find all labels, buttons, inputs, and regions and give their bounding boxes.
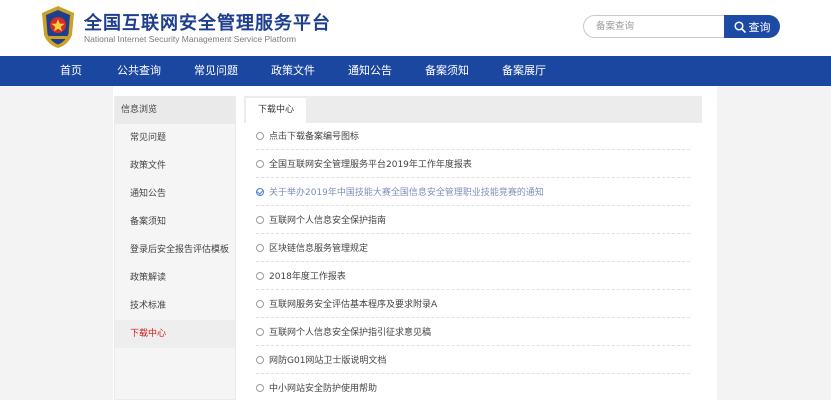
radio-icon xyxy=(256,271,264,280)
police-emblem-logo[interactable] xyxy=(38,5,78,49)
sidebar-item-policy-interpretation[interactable]: 政策解读 xyxy=(115,264,235,292)
document-title: 全国互联网安全管理服务平台2019年工作年度报表 xyxy=(269,160,472,170)
nav-item-public-query[interactable]: 公共查询 xyxy=(117,56,161,86)
search-button-label: 查询 xyxy=(748,20,771,34)
document-title: 区块链信息服务管理规定 xyxy=(269,244,369,254)
document-item[interactable]: 互联网个人信息安全保护指引征求意见稿 xyxy=(256,318,690,346)
document-title: 点击下载备案编号图标 xyxy=(269,132,360,142)
nav-item-faq[interactable]: 常见问题 xyxy=(194,56,238,86)
sidebar: 信息浏览 常见问题 政策文件 通知公告 备案须知 登录后安全报告评估模板 政策解… xyxy=(114,96,236,400)
radio-icon xyxy=(256,243,264,252)
document-item[interactable]: 点击下载备案编号图标 xyxy=(256,122,690,150)
sidebar-heading: 信息浏览 xyxy=(115,97,235,124)
document-item[interactable]: 2018年度工作报表 xyxy=(256,262,690,290)
search-input[interactable] xyxy=(583,15,725,38)
document-title: 互联网个人信息安全保护指引征求意见稿 xyxy=(269,328,432,338)
radio-icon xyxy=(256,215,264,224)
document-item[interactable]: 互联网个人信息安全保护指南 xyxy=(256,206,690,234)
main-nav: 首页 公共查询 常见问题 政策文件 通知公告 备案须知 备案展厅 xyxy=(0,56,831,86)
site-header: 全国互联网安全管理服务平台 National Internet Security… xyxy=(0,0,831,56)
sidebar-item-filing-guide[interactable]: 备案须知 xyxy=(115,208,235,236)
nav-item-home[interactable]: 首页 xyxy=(60,56,82,86)
radio-icon xyxy=(256,159,264,168)
site-subtitle: National Internet Security Management Se… xyxy=(84,34,297,44)
document-title: 中小网站安全防护使用帮助 xyxy=(269,384,378,394)
sidebar-item-faq[interactable]: 常见问题 xyxy=(115,124,235,152)
panel-tab-bar: 下载中心 xyxy=(244,96,702,123)
tab-download-center[interactable]: 下载中心 xyxy=(246,98,306,123)
document-title: 网防G01网站卫士版说明文档 xyxy=(269,356,387,366)
document-title: 2018年度工作报表 xyxy=(269,272,346,282)
site-title: 全国互联网安全管理服务平台 xyxy=(84,13,331,34)
document-item[interactable]: 全国互联网安全管理服务平台2019年工作年度报表 xyxy=(256,150,690,178)
document-title: 关于举办2019年中国技能大赛全国信息安全管理职业技能竞赛的通知 xyxy=(269,188,544,198)
document-item[interactable]: 互联网服务安全评估基本程序及要求附录A xyxy=(256,290,690,318)
sidebar-item-report-template[interactable]: 登录后安全报告评估模板 xyxy=(115,236,235,264)
download-panel: 下载中心 点击下载备案编号图标 全国互联网安全管理服务平台2019年工作年度报表… xyxy=(244,96,702,400)
radio-icon xyxy=(256,355,264,364)
radio-icon xyxy=(256,131,264,140)
search-button[interactable]: 查询 xyxy=(724,15,780,38)
sidebar-item-notices[interactable]: 通知公告 xyxy=(115,180,235,208)
checked-radio-icon xyxy=(256,187,264,196)
document-title: 互联网服务安全评估基本程序及要求附录A xyxy=(269,300,438,310)
document-item[interactable]: 区块链信息服务管理规定 xyxy=(256,234,690,262)
nav-item-filing-hall[interactable]: 备案展厅 xyxy=(502,56,546,86)
sidebar-item-policy[interactable]: 政策文件 xyxy=(115,152,235,180)
radio-icon xyxy=(256,327,264,336)
sidebar-item-tech-standards[interactable]: 技术标准 xyxy=(115,292,235,320)
radio-icon xyxy=(256,299,264,308)
nav-item-filing-guide[interactable]: 备案须知 xyxy=(425,56,469,86)
nav-item-notices[interactable]: 通知公告 xyxy=(348,56,392,86)
radio-icon xyxy=(256,383,264,392)
document-item[interactable]: 网防G01网站卫士版说明文档 xyxy=(256,346,690,374)
search-icon xyxy=(733,20,746,33)
sidebar-item-download-center[interactable]: 下载中心 xyxy=(115,320,235,348)
document-item[interactable]: 关于举办2019年中国技能大赛全国信息安全管理职业技能竞赛的通知 xyxy=(256,178,690,206)
document-title: 互联网个人信息安全保护指南 xyxy=(269,216,387,226)
nav-item-policy[interactable]: 政策文件 xyxy=(271,56,315,86)
document-item[interactable]: 中小网站安全防护使用帮助 xyxy=(256,374,690,400)
